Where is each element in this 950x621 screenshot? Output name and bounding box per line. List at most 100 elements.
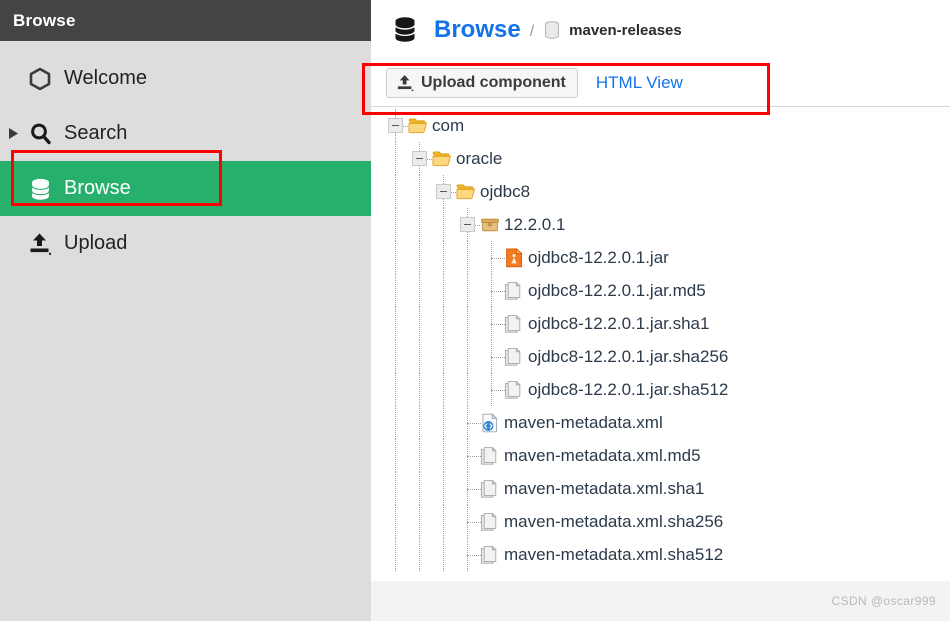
tree-guide-line: [491, 274, 492, 307]
tree-row-label: maven-metadata.xml.sha1: [504, 478, 705, 498]
tree-guide-line: [419, 505, 420, 538]
tree-elbow-line: [491, 257, 505, 259]
tree-guide-line: [491, 340, 492, 373]
sidebar-item-label: Welcome: [64, 67, 147, 89]
copy-file-icon: [504, 380, 524, 400]
copy-file-icon: [504, 281, 524, 301]
tree-row[interactable]: ojdbc8-12.2.0.1.jar.sha256: [371, 340, 950, 373]
tree-elbow-line: [467, 521, 481, 523]
sidebar-item-welcome[interactable]: Welcome: [0, 51, 371, 106]
tree-row[interactable]: maven-metadata.xml.sha512: [371, 538, 950, 571]
tree-guide-line: [443, 340, 444, 373]
sidebar-item-label: Browse: [64, 177, 131, 199]
tree-row[interactable]: maven-metadata.xml.md5: [371, 439, 950, 472]
tree-guide-line: [395, 307, 396, 340]
tree-collapse-toggle[interactable]: [460, 217, 475, 232]
tree-row[interactable]: maven-metadata.xml: [371, 406, 950, 439]
tree-row[interactable]: ojdbc8: [371, 175, 950, 208]
search-icon: [27, 122, 53, 146]
sidebar-header-title: Browse: [13, 10, 76, 30]
tree-guide-line: [443, 208, 444, 241]
tree-guide-line: [467, 538, 468, 571]
copy-file-icon: [504, 314, 524, 334]
tree-row-label: ojdbc8: [480, 181, 531, 201]
tree-guide-line: [419, 175, 420, 208]
tree-row[interactable]: 12.2.0.1: [371, 208, 950, 241]
html-view-link[interactable]: HTML View: [596, 73, 683, 93]
tree-row-label: maven-metadata.xml: [504, 412, 663, 432]
tree-row-label: ojdbc8-12.2.0.1.jar.sha512: [528, 379, 729, 399]
tree-row[interactable]: maven-metadata.xml.sha1: [371, 472, 950, 505]
tree-guide-line: [395, 538, 396, 571]
tree-guide-line: [467, 241, 468, 274]
tree-guide-line: [443, 538, 444, 571]
tree-guide-line: [395, 340, 396, 373]
tree-guide-line: [419, 373, 420, 406]
tree-row[interactable]: ojdbc8-12.2.0.1.jar.sha512: [371, 373, 950, 406]
tree-guide-line: [491, 373, 492, 406]
tree-elbow-line: [491, 389, 505, 391]
tree-elbow-line: [491, 290, 505, 292]
tree-guide-line: [467, 505, 468, 538]
tree-row[interactable]: ojdbc8-12.2.0.1.jar.sha1: [371, 307, 950, 340]
tree-guide-line: [395, 373, 396, 406]
breadcrumb-current-repository: maven-releases: [569, 21, 682, 39]
tree-row[interactable]: ojdbc8-12.2.0.1.jar.md5: [371, 274, 950, 307]
tree-guide-line: [419, 208, 420, 241]
tree-guide-line: [395, 406, 396, 439]
breadcrumb-link-browse[interactable]: Browse: [434, 16, 521, 44]
tree-guide-line: [467, 307, 468, 340]
tree-guide-line: [443, 274, 444, 307]
tree-guide-line: [419, 274, 420, 307]
tree-elbow-line: [467, 554, 481, 556]
footer: CSDN @oscar999: [371, 581, 950, 621]
sidebar-item-upload[interactable]: Upload: [0, 216, 371, 271]
tree-guide-line: [395, 241, 396, 274]
chevron-right-icon[interactable]: [6, 128, 20, 139]
tree-row[interactable]: com: [371, 109, 950, 142]
tree-collapse-toggle[interactable]: [436, 184, 451, 199]
tree-row[interactable]: maven-metadata.xml.sha256: [371, 505, 950, 538]
tree-guide-line: [419, 406, 420, 439]
tree-guide-line: [419, 241, 420, 274]
tree-elbow-line: [467, 455, 481, 457]
breadcrumb: Browse / maven-releases: [371, 0, 950, 60]
content-toolbar: Upload component HTML View: [371, 60, 950, 107]
tree-guide-line: [443, 472, 444, 505]
folder-open-icon: [432, 149, 452, 169]
copy-file-icon: [504, 347, 524, 367]
tree-guide-line: [443, 373, 444, 406]
tree-guide-line: [467, 274, 468, 307]
tree-guide-line: [491, 307, 492, 340]
tree-elbow-line: [467, 422, 481, 424]
copy-file-icon: [480, 479, 500, 499]
copy-file-icon: [480, 512, 500, 532]
tree-elbow-line: [491, 356, 505, 358]
sidebar-item-label: Search: [64, 122, 128, 144]
tree-elbow-line: [467, 488, 481, 490]
tree-guide-line: [491, 241, 492, 274]
xml-file-icon: [480, 412, 500, 433]
tree-elbow-line: [491, 323, 505, 325]
folder-open-icon: [456, 182, 476, 202]
upload-component-button[interactable]: Upload component: [386, 68, 578, 98]
tree-guide-line: [395, 472, 396, 505]
tree-collapse-toggle[interactable]: [412, 151, 427, 166]
tree-row-label: com: [432, 115, 465, 135]
tree-row-label: 12.2.0.1: [504, 214, 566, 234]
sidebar-item-search[interactable]: Search: [0, 106, 371, 161]
nexus-browse-screen: Browse Welcome Search Browse Upload Brow…: [0, 0, 950, 621]
tree-guide-line: [467, 439, 468, 472]
tree-row[interactable]: oracle: [371, 142, 950, 175]
copy-file-icon: [480, 446, 500, 466]
tree-collapse-toggle[interactable]: [388, 118, 403, 133]
tree-guide-line: [395, 208, 396, 241]
tree-guide-line: [395, 505, 396, 538]
sidebar-item-browse[interactable]: Browse: [0, 161, 371, 216]
tree-guide-line: [443, 307, 444, 340]
tree-row[interactable]: ojdbc8-12.2.0.1.jar: [371, 241, 950, 274]
tree-guide-line: [419, 340, 420, 373]
upload-icon: [396, 74, 414, 92]
tree-row-label: ojdbc8-12.2.0.1.jar: [528, 247, 669, 267]
tree-guide-line: [467, 373, 468, 406]
